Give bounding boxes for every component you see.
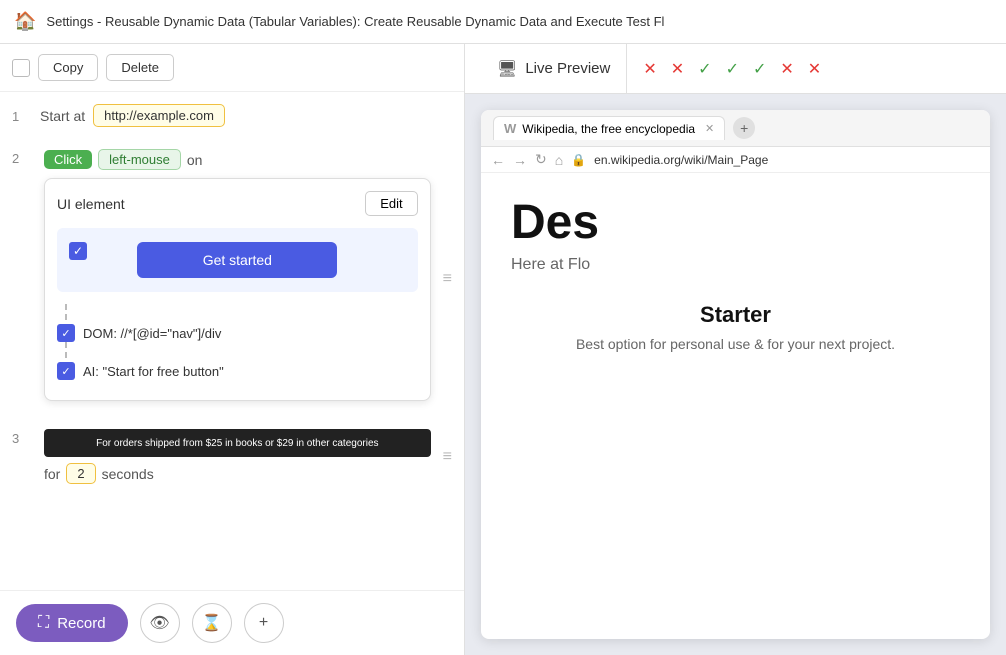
- ui-element-label: UI element: [57, 196, 125, 212]
- tab-icon-3: ✓: [698, 59, 711, 79]
- preview-header: 🖥 Live Preview ✕ ✕ ✓ ✓ ✓ ✕ ✕: [465, 44, 1006, 94]
- seconds-text: seconds: [102, 466, 154, 482]
- click-line: Click left-mouse on: [44, 149, 431, 170]
- tab-close-icon[interactable]: ✕: [705, 122, 714, 135]
- steps-area: 1 Start at http://example.com 2 Click le…: [0, 92, 464, 590]
- ai-check-row: ✓ AI: "Start for free button": [57, 362, 418, 380]
- home-button[interactable]: ⌂: [555, 152, 563, 168]
- step-2-content: Click left-mouse on UI element Edit ✓: [44, 149, 431, 409]
- ai-checkbox[interactable]: ✓: [57, 362, 75, 380]
- eye-button[interactable]: 👁: [140, 603, 180, 643]
- ai-text: AI: "Start for free button": [83, 364, 224, 379]
- step-3-content: For orders shipped from $25 in books or …: [44, 429, 431, 484]
- address-bar-row: ← → ↻ ⌂ 🔒 en.wikipedia.org/wiki/Main_Pag…: [481, 147, 990, 173]
- element-preview: ✓ Get started: [57, 228, 418, 292]
- step-1-number: 1: [12, 107, 32, 124]
- monitor-icon: 🖥: [497, 59, 517, 79]
- start-url-chip[interactable]: http://example.com: [93, 104, 225, 127]
- select-all-checkbox[interactable]: [12, 59, 30, 77]
- forward-button[interactable]: →: [513, 152, 527, 168]
- step-3-drag-handle[interactable]: ≡: [443, 448, 452, 466]
- add-button[interactable]: +: [244, 603, 284, 643]
- home-icon[interactable]: 🏠: [14, 11, 36, 32]
- tab-icon-4: ✓: [726, 59, 739, 79]
- dom-check-row: ✓ DOM: //*[@id="nav"]/div: [57, 324, 418, 342]
- delete-button[interactable]: Delete: [106, 54, 174, 81]
- browser-sub-title: Here at Flo: [511, 256, 960, 274]
- tab-icon-2: ✕: [671, 59, 684, 79]
- dashed-line-2: [65, 342, 418, 358]
- scroll-preview: For orders shipped from $25 in books or …: [44, 429, 431, 457]
- timer-icon: ⌛: [202, 613, 222, 633]
- for-seconds-row: for 2 seconds: [44, 463, 431, 484]
- tab-title: Wikipedia, the free encyclopedia: [522, 122, 695, 136]
- browser-content: Des Here at Flo Starter Best option for …: [481, 173, 990, 379]
- dom-checkbox[interactable]: ✓: [57, 324, 75, 342]
- browser-big-title: Des: [511, 197, 960, 250]
- record-label: Record: [57, 615, 105, 632]
- for-text: for: [44, 466, 60, 482]
- address-url[interactable]: en.wikipedia.org/wiki/Main_Page: [594, 153, 768, 167]
- copy-button[interactable]: Copy: [38, 54, 98, 81]
- step-2-number: 2: [12, 149, 32, 166]
- edit-button[interactable]: Edit: [365, 191, 417, 216]
- new-tab-button[interactable]: +: [733, 117, 755, 139]
- get-started-preview: Get started: [137, 242, 337, 278]
- main-layout: Copy Delete 1 Start at http://example.co…: [0, 44, 1006, 655]
- step-3-row: 3 For orders shipped from $25 in books o…: [0, 419, 464, 494]
- ui-element-card: UI element Edit ✓ Get started ✓: [44, 178, 431, 401]
- preview-checkbox: ✓: [69, 242, 87, 260]
- tab-icon-7: ✕: [808, 59, 821, 79]
- lock-icon: 🔒: [571, 153, 586, 167]
- refresh-button[interactable]: ↻: [535, 151, 547, 168]
- left-panel: Copy Delete 1 Start at http://example.co…: [0, 44, 465, 655]
- mouse-chip[interactable]: left-mouse: [98, 149, 181, 170]
- start-at-text: Start at: [40, 108, 85, 124]
- browser-tab-bar: W Wikipedia, the free encyclopedia ✕ +: [481, 110, 990, 147]
- eye-icon: 👁: [149, 613, 169, 633]
- starter-title: Starter: [511, 302, 960, 328]
- click-chip[interactable]: Click: [44, 150, 92, 169]
- tab-icon-5: ✓: [753, 59, 766, 79]
- record-button[interactable]: ⛶ Record: [16, 604, 128, 642]
- step-2-row: 2 Click left-mouse on UI element Edit: [0, 139, 464, 419]
- title-bar: 🏠 Settings - Reusable Dynamic Data (Tabu…: [0, 0, 1006, 44]
- tab-icon-1: ✕: [643, 59, 656, 79]
- browser-frame: W Wikipedia, the free encyclopedia ✕ + ←…: [481, 110, 990, 639]
- plus-icon: +: [259, 614, 268, 632]
- step-1-row: 1 Start at http://example.com: [0, 92, 464, 139]
- dashed-line: [65, 304, 418, 320]
- step-2-drag-handle[interactable]: ≡: [443, 270, 452, 288]
- back-button[interactable]: ←: [491, 152, 505, 168]
- starter-section: Starter Best option for personal use & f…: [511, 302, 960, 355]
- bottom-bar: ⛶ Record 👁 ⌛ +: [0, 590, 464, 655]
- dom-section: ✓ DOM: //*[@id="nav"]/div ✓ AI: "Start f…: [57, 304, 418, 380]
- seconds-chip[interactable]: 2: [66, 463, 95, 484]
- step-3-number: 3: [12, 429, 32, 446]
- browser-tab[interactable]: W Wikipedia, the free encyclopedia ✕: [493, 116, 725, 140]
- wikipedia-favicon: W: [504, 121, 516, 136]
- preview-tab: 🖥 Live Preview: [481, 44, 627, 93]
- page-title: Settings - Reusable Dynamic Data (Tabula…: [46, 14, 664, 29]
- scroll-text: For orders shipped from $25 in books or …: [96, 438, 378, 449]
- dom-text: DOM: //*[@id="nav"]/div: [83, 326, 221, 341]
- right-panel: 🖥 Live Preview ✕ ✕ ✓ ✓ ✓ ✕ ✕ W Wikipedia…: [465, 44, 1006, 655]
- timer-button[interactable]: ⌛: [192, 603, 232, 643]
- tab-icon-6: ✕: [780, 59, 793, 79]
- starter-desc: Best option for personal use & for your …: [511, 334, 960, 355]
- preview-title: Live Preview: [525, 60, 610, 77]
- on-text: on: [187, 152, 203, 168]
- dropdown-header: UI element Edit: [57, 191, 418, 216]
- record-icon: ⛶: [38, 614, 49, 632]
- tab-status-icons: ✕ ✕ ✓ ✓ ✓ ✕ ✕: [627, 59, 837, 79]
- toolbar: Copy Delete: [0, 44, 464, 92]
